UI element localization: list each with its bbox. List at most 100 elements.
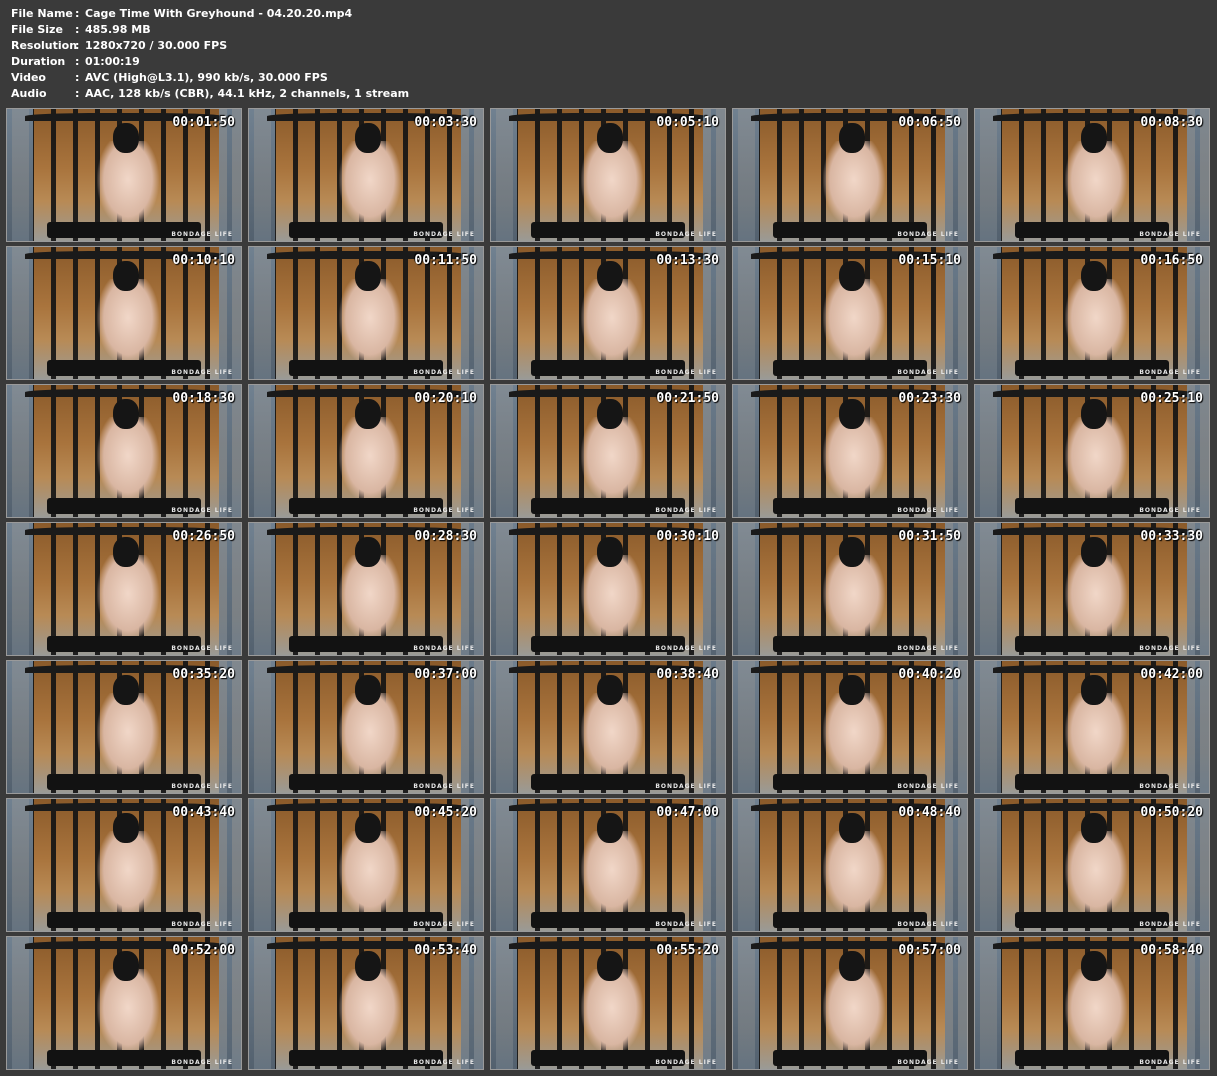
watermark-logo: BONDAGE LIFE (413, 921, 475, 928)
figure-shape (823, 693, 885, 779)
timestamp-label: 00:48:40 (898, 805, 961, 820)
video-thumbnail: 00:13:30 BONDAGE LIFE (490, 246, 726, 380)
hood-shape (1081, 123, 1107, 153)
video-thumbnail: 00:25:10 BONDAGE LIFE (974, 384, 1210, 518)
watermark-logo: BONDAGE LIFE (897, 369, 959, 376)
watermark-logo: BONDAGE LIFE (1139, 1059, 1201, 1066)
figure-shape (97, 417, 159, 503)
figure-shape (97, 555, 159, 641)
figure-shape (823, 831, 885, 917)
hood-shape (355, 813, 381, 843)
figure-shape (581, 279, 643, 365)
video-thumbnail: 00:57:00 BONDAGE LIFE (732, 936, 968, 1070)
video-thumbnail: 00:28:30 BONDAGE LIFE (248, 522, 484, 656)
watermark-logo: BONDAGE LIFE (655, 507, 717, 514)
figure-shape (97, 831, 159, 917)
timestamp-label: 00:28:30 (414, 529, 477, 544)
figure-shape (339, 831, 401, 917)
hood-shape (597, 399, 623, 429)
watermark-logo: BONDAGE LIFE (897, 507, 959, 514)
hood-shape (1081, 399, 1107, 429)
info-separator: : (75, 7, 80, 20)
info-key: Video (11, 71, 46, 84)
video-thumbnail: 00:47:00 BONDAGE LIFE (490, 798, 726, 932)
figure-shape (823, 555, 885, 641)
timestamp-label: 00:57:00 (898, 943, 961, 958)
timestamp-label: 00:08:30 (1140, 115, 1203, 130)
file-info-panel: File Name : Cage Time With Greyhound - 0… (11, 6, 409, 102)
hood-shape (597, 537, 623, 567)
hood-shape (839, 675, 865, 705)
hood-shape (597, 951, 623, 981)
video-thumbnail: 00:42:00 BONDAGE LIFE (974, 660, 1210, 794)
video-thumbnail: 00:48:40 BONDAGE LIFE (732, 798, 968, 932)
figure-shape (581, 417, 643, 503)
video-thumbnail: 00:55:20 BONDAGE LIFE (490, 936, 726, 1070)
timestamp-label: 00:42:00 (1140, 667, 1203, 682)
watermark-logo: BONDAGE LIFE (413, 1059, 475, 1066)
watermark-logo: BONDAGE LIFE (413, 645, 475, 652)
video-thumbnail: 00:21:50 BONDAGE LIFE (490, 384, 726, 518)
info-separator: : (75, 39, 80, 52)
watermark-logo: BONDAGE LIFE (1139, 507, 1201, 514)
info-value: Cage Time With Greyhound - 04.20.20.mp4 (85, 7, 353, 20)
timestamp-label: 00:15:10 (898, 253, 961, 268)
watermark-logo: BONDAGE LIFE (655, 369, 717, 376)
info-value: 01:00:19 (85, 55, 140, 68)
video-thumbnail: 00:38:40 BONDAGE LIFE (490, 660, 726, 794)
hood-shape (113, 537, 139, 567)
video-thumbnail: 00:01:50 BONDAGE LIFE (6, 108, 242, 242)
video-thumbnail: 00:20:10 BONDAGE LIFE (248, 384, 484, 518)
info-key: Audio (11, 87, 47, 100)
hood-shape (113, 123, 139, 153)
info-value: AVC (High@L3.1), 990 kb/s, 30.000 FPS (85, 71, 328, 84)
figure-shape (97, 969, 159, 1055)
watermark-logo: BONDAGE LIFE (1139, 921, 1201, 928)
figure-shape (339, 279, 401, 365)
timestamp-label: 00:53:40 (414, 943, 477, 958)
video-thumbnail: 00:16:50 BONDAGE LIFE (974, 246, 1210, 380)
timestamp-label: 00:31:50 (898, 529, 961, 544)
timestamp-label: 00:21:50 (656, 391, 719, 406)
info-row-audio: Audio : AAC, 128 kb/s (CBR), 44.1 kHz, 2… (11, 86, 409, 102)
video-thumbnail: 00:33:30 BONDAGE LIFE (974, 522, 1210, 656)
video-thumbnail: 00:37:00 BONDAGE LIFE (248, 660, 484, 794)
info-value: 1280x720 / 30.000 FPS (85, 39, 228, 52)
hood-shape (839, 261, 865, 291)
hood-shape (355, 675, 381, 705)
hood-shape (839, 951, 865, 981)
timestamp-label: 00:11:50 (414, 253, 477, 268)
video-thumbnail: 00:43:40 BONDAGE LIFE (6, 798, 242, 932)
video-thumbnail: 00:03:30 BONDAGE LIFE (248, 108, 484, 242)
hood-shape (1081, 813, 1107, 843)
figure-shape (823, 141, 885, 227)
timestamp-label: 00:23:30 (898, 391, 961, 406)
figure-shape (581, 693, 643, 779)
watermark-logo: BONDAGE LIFE (897, 1059, 959, 1066)
timestamp-label: 00:10:10 (172, 253, 235, 268)
figure-shape (339, 693, 401, 779)
figure-shape (1065, 141, 1127, 227)
figure-shape (1065, 969, 1127, 1055)
hood-shape (597, 813, 623, 843)
figure-shape (581, 831, 643, 917)
watermark-logo: BONDAGE LIFE (1139, 783, 1201, 790)
watermark-logo: BONDAGE LIFE (413, 783, 475, 790)
figure-shape (823, 417, 885, 503)
figure-shape (339, 555, 401, 641)
video-thumbnail: 00:05:10 BONDAGE LIFE (490, 108, 726, 242)
hood-shape (1081, 675, 1107, 705)
hood-shape (1081, 261, 1107, 291)
watermark-logo: BONDAGE LIFE (1139, 369, 1201, 376)
watermark-logo: BONDAGE LIFE (655, 783, 717, 790)
timestamp-label: 00:33:30 (1140, 529, 1203, 544)
hood-shape (113, 813, 139, 843)
hood-shape (113, 261, 139, 291)
figure-shape (581, 141, 643, 227)
watermark-logo: BONDAGE LIFE (171, 921, 233, 928)
figure-shape (823, 279, 885, 365)
hood-shape (839, 123, 865, 153)
timestamp-label: 00:13:30 (656, 253, 719, 268)
hood-shape (355, 123, 381, 153)
timestamp-label: 00:18:30 (172, 391, 235, 406)
